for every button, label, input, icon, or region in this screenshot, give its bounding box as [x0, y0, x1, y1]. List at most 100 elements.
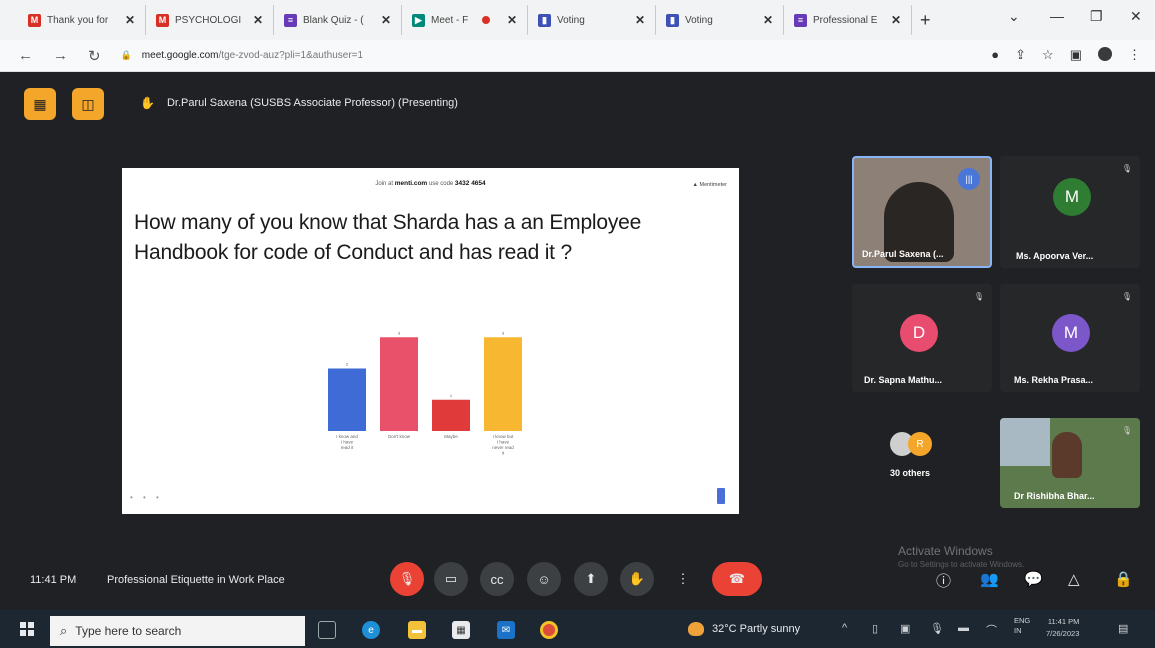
participant-video [1000, 418, 1050, 466]
edge-icon[interactable]: e [362, 621, 380, 639]
file-explorer-icon[interactable]: ▬ [408, 621, 426, 639]
close-icon[interactable]: ✕ [499, 13, 517, 27]
reload-icon[interactable]: ↻ [88, 47, 101, 65]
activate-windows-watermark: Activate Windows [898, 544, 993, 558]
forward-arrow-icon[interactable]: → [53, 47, 68, 64]
captions-icon[interactable]: cc [480, 562, 514, 596]
emoji-icon[interactable]: ☺ [527, 562, 561, 596]
notification-icon[interactable]: ▤ [1118, 622, 1128, 635]
weather-widget[interactable]: 32°C Partly sunny [688, 622, 800, 636]
gmail-icon: M [156, 13, 169, 27]
participant-tile-presenter[interactable]: ||| Dr.Parul Saxena (... [852, 156, 992, 268]
browser-tab-4[interactable]: ▶ Meet - F ✕ [402, 5, 528, 35]
chart-bar [484, 337, 522, 431]
participant-tile[interactable]: 🎙 D Dr. Sapna Mathu... [852, 284, 992, 392]
restore-icon[interactable]: ❐ [1090, 8, 1103, 25]
profile-avatar[interactable] [1098, 47, 1112, 61]
new-tab-icon[interactable]: + [912, 10, 939, 31]
menti-icon: ▮ [666, 13, 679, 27]
participant-name: 30 others [890, 468, 931, 478]
browser-tab-6[interactable]: ▮ Voting ✕ [656, 5, 784, 35]
chat-icon[interactable]: 💬 [1024, 570, 1043, 588]
url-path: /tge-zvod-auz?pli=1&authuser=1 [218, 50, 364, 61]
tab-title: PSYCHOLOGI [175, 14, 242, 26]
present-screen-icon[interactable]: ⬆ [574, 562, 608, 596]
join-instructions: Join at menti.com use code 3432 4654 [122, 180, 739, 187]
participant-tile[interactable]: 🎙 M Ms. Apoorva Ver... [1000, 156, 1140, 268]
menu-kebab-icon[interactable]: ⋮ [1128, 47, 1141, 63]
back-arrow-icon[interactable]: ← [18, 47, 33, 64]
presenter-name: Dr.Parul Saxena (SUSBS Associate Profess… [166, 97, 458, 109]
chart-data-label: 1 [450, 393, 453, 398]
tray-mic-icon[interactable]: 🎙 [930, 622, 944, 635]
tab-search-chevron-icon[interactable]: ⌄ [1008, 8, 1020, 25]
people-icon[interactable]: 👥 [980, 570, 999, 588]
close-icon[interactable]: ✕ [117, 13, 135, 27]
lock-icon: 🔒 [120, 50, 132, 60]
browser-tab-5[interactable]: ▮ Voting ✕ [528, 5, 656, 35]
tray-app-icon[interactable]: ▣ [900, 622, 910, 635]
participant-tile-others[interactable]: R 30 others [852, 408, 992, 512]
windows-start-icon[interactable] [20, 622, 34, 636]
mic-muted-icon: 🎙 [1121, 426, 1132, 435]
tray-chevron-icon[interactable]: ^ [842, 622, 847, 634]
participant-name: Dr. Sapna Mathu... [864, 375, 943, 385]
tray-app-icon[interactable]: ▯ [872, 622, 878, 635]
mic-off-icon[interactable]: 🎙 [390, 562, 424, 596]
meeting-name: Professional Etiquette in Work Place [107, 574, 285, 586]
more-options-icon[interactable]: ⋮ [666, 562, 700, 596]
host-controls-icon[interactable]: 🔒 [1114, 570, 1133, 588]
participant-tile[interactable]: 🎙 M Ms. Rekha Prasa... [1000, 284, 1140, 392]
close-icon[interactable]: ✕ [627, 13, 645, 27]
avatar: M [1053, 178, 1091, 216]
windows-taskbar: ⌕ Type here to search e ▬ ▦ ✉ 32°C Partl… [0, 610, 1155, 648]
network-icon[interactable]: ⌒ [986, 622, 997, 638]
input-language[interactable]: ENG IN [1014, 616, 1030, 636]
hide-presentation-icon[interactable]: ▦ [24, 88, 56, 120]
chart-bar [328, 368, 366, 431]
poll-question: How many of you know that Sharda has a a… [134, 211, 642, 264]
slide-control-icon[interactable] [717, 488, 725, 504]
pin-presentation-icon[interactable]: ◫ [72, 88, 104, 120]
system-clock[interactable]: 11:41 PM 7/26/2023 [1046, 616, 1079, 640]
search-placeholder: Type here to search [75, 624, 182, 638]
battery-icon[interactable]: ▬ [958, 622, 969, 634]
close-icon[interactable]: ✕ [373, 13, 391, 27]
browser-tabstrip: M Thank you for ✕ M PSYCHOLOGI ✕ ≡ Blank… [0, 0, 1155, 40]
forms-icon: ≡ [284, 13, 297, 27]
mic-muted-icon: 🎙 [1121, 292, 1132, 301]
close-window-icon[interactable]: ✕ [1130, 8, 1142, 25]
taskbar-search-input[interactable]: ⌕ Type here to search [50, 616, 305, 646]
store-icon[interactable]: ▦ [452, 621, 470, 639]
camera-icon[interactable]: ▭ [434, 562, 468, 596]
sidepanel-icon[interactable]: ▣ [1070, 47, 1082, 63]
leave-call-icon[interactable]: ☎ [712, 562, 762, 596]
close-icon[interactable]: ✕ [755, 13, 773, 27]
tab-title: Professional E [813, 14, 878, 26]
meet-stage: ▦ ◫ ✋ Dr.Parul Saxena (SUSBS Associate P… [0, 72, 1155, 610]
system-date: 7/26/2023 [1046, 629, 1080, 638]
activities-icon[interactable]: △ [1068, 570, 1080, 588]
join-prefix: Join at [375, 181, 394, 187]
participant-tile-video[interactable]: 🎙 Dr Rishibha Bhar... [1000, 418, 1140, 508]
mail-icon[interactable]: ✉ [497, 621, 515, 639]
browser-tab-2[interactable]: M PSYCHOLOGI ✕ [146, 5, 274, 35]
avatar: D [900, 314, 938, 352]
browser-tab-1[interactable]: M Thank you for ✕ [18, 5, 146, 35]
camera-indicator-icon[interactable]: ● [991, 47, 999, 63]
raise-hand-icon[interactable]: ✋ [620, 562, 654, 596]
browser-tab-7[interactable]: ≡ Professional E ✕ [784, 5, 912, 35]
close-icon[interactable]: ✕ [245, 13, 263, 27]
meeting-info-icon[interactable]: ⓘ [936, 570, 951, 591]
minimize-icon[interactable]: — [1050, 8, 1064, 24]
star-icon[interactable]: ☆ [1042, 47, 1054, 63]
pointer-hand-icon: ✋ [140, 96, 155, 110]
mic-muted-icon: 🎙 [973, 292, 984, 301]
close-icon[interactable]: ✕ [883, 13, 901, 27]
browser-tab-3[interactable]: ≡ Blank Quiz - ( ✕ [274, 5, 402, 35]
chrome-icon[interactable] [540, 621, 558, 639]
tab-title: Voting [557, 14, 585, 26]
url-field[interactable]: 🔒 meet.google.com /tge-zvod-auz?pli=1&au… [121, 50, 363, 61]
share-icon[interactable]: ⇪ [1015, 47, 1026, 63]
task-view-icon[interactable] [318, 621, 336, 639]
